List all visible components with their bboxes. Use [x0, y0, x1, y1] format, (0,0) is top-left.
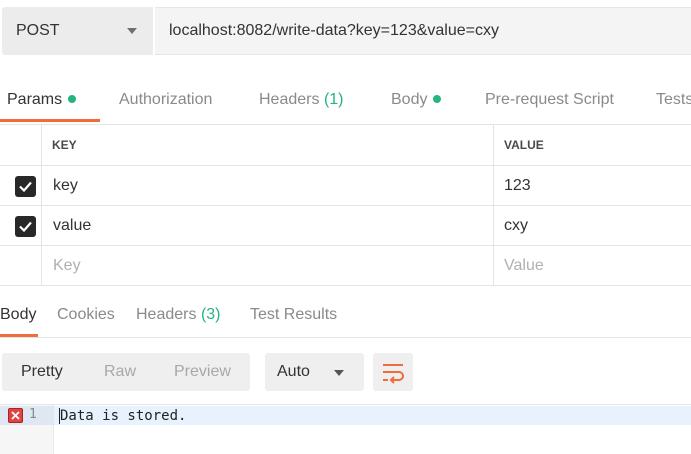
params-table: KEY VALUE key 123 value cxy Key Value	[0, 125, 691, 286]
view-preview-button[interactable]: Preview	[174, 363, 231, 381]
wrap-lines-icon	[383, 364, 404, 384]
param-value-cell[interactable]: cxy	[494, 206, 691, 245]
checkmark-icon	[19, 221, 32, 233]
table-row: value cxy	[0, 206, 691, 246]
param-key-cell[interactable]: value	[42, 206, 494, 245]
divider	[0, 337, 691, 338]
tab-pre-request-label: Pre-request Script	[485, 91, 614, 108]
check-cell	[0, 206, 42, 245]
check-cell	[0, 166, 42, 205]
table-header: KEY VALUE	[0, 125, 691, 166]
status-dot-icon	[433, 94, 442, 103]
tab-cookies[interactable]: Cookies	[57, 306, 115, 324]
request-tabs: Params Authorization Headers (1) Body Pr…	[0, 82, 691, 124]
status-dot-icon	[68, 94, 77, 103]
param-value-cell[interactable]: 123	[494, 166, 691, 205]
chevron-down-icon	[334, 370, 344, 376]
tab-headers-label: Headers	[259, 91, 320, 108]
tab-response-body[interactable]: Body	[0, 306, 36, 324]
tab-response-body-label: Body	[0, 306, 37, 323]
tab-tests[interactable]: Tests	[656, 91, 691, 109]
tab-params-label: Params	[7, 91, 63, 108]
response-body-editor[interactable]: 1 Data is stored.	[0, 404, 691, 454]
response-body-text: Data is stored.	[60, 408, 187, 424]
view-mode-group: Pretty Raw Preview	[2, 353, 250, 391]
tab-cookies-label: Cookies	[57, 306, 115, 323]
request-bar: POST localhost:8082/write-data?key=123&v…	[0, 0, 691, 70]
url-text: localhost:8082/write-data?key=123&value=…	[169, 22, 499, 39]
tab-response-headers[interactable]: Headers (3)	[136, 306, 221, 324]
wrap-lines-button[interactable]	[373, 353, 413, 391]
tab-response-headers-count: (3)	[200, 306, 221, 323]
tab-body-label: Body	[391, 91, 428, 108]
checkbox-checked[interactable]	[15, 176, 36, 197]
tab-test-results-label: Test Results	[250, 306, 338, 323]
tab-authorization[interactable]: Authorization	[119, 91, 212, 109]
header-check-cell	[0, 125, 42, 165]
tab-pre-request-script[interactable]: Pre-request Script	[485, 91, 614, 109]
checkmark-icon	[19, 181, 32, 193]
new-value-input[interactable]: Value	[494, 246, 691, 285]
view-pretty-button[interactable]: Pretty	[21, 363, 63, 381]
tab-test-results[interactable]: Test Results	[250, 306, 337, 324]
param-key-cell[interactable]: key	[42, 166, 494, 205]
tab-authorization-label: Authorization	[119, 91, 213, 108]
tab-response-headers-label: Headers	[136, 306, 197, 323]
check-cell	[0, 246, 42, 285]
table-row: key 123	[0, 166, 691, 206]
active-tab-indicator	[0, 119, 100, 122]
response-tabs: Body Cookies Headers (3) Test Results	[0, 300, 691, 340]
method-label: POST	[16, 22, 60, 39]
checkbox-checked[interactable]	[15, 216, 36, 237]
line-number: 1	[29, 407, 37, 422]
tab-tests-label: Tests	[656, 91, 691, 108]
error-marker-icon[interactable]	[8, 408, 23, 423]
table-row-empty: Key Value	[0, 246, 691, 286]
tab-body[interactable]: Body	[391, 91, 442, 109]
tab-params[interactable]: Params	[7, 91, 77, 109]
method-select[interactable]: POST	[2, 7, 153, 55]
column-header-key: KEY	[42, 125, 494, 165]
column-header-value: VALUE	[504, 138, 544, 152]
tab-headers[interactable]: Headers (1)	[259, 91, 344, 109]
format-label: Auto	[277, 363, 310, 380]
tab-headers-count: (1)	[323, 91, 344, 108]
view-raw-button[interactable]: Raw	[104, 363, 136, 381]
url-input[interactable]: localhost:8082/write-data?key=123&value=…	[155, 7, 691, 55]
chevron-down-icon	[127, 28, 137, 34]
format-select[interactable]: Auto	[265, 353, 364, 391]
new-key-input[interactable]: Key	[42, 246, 494, 285]
